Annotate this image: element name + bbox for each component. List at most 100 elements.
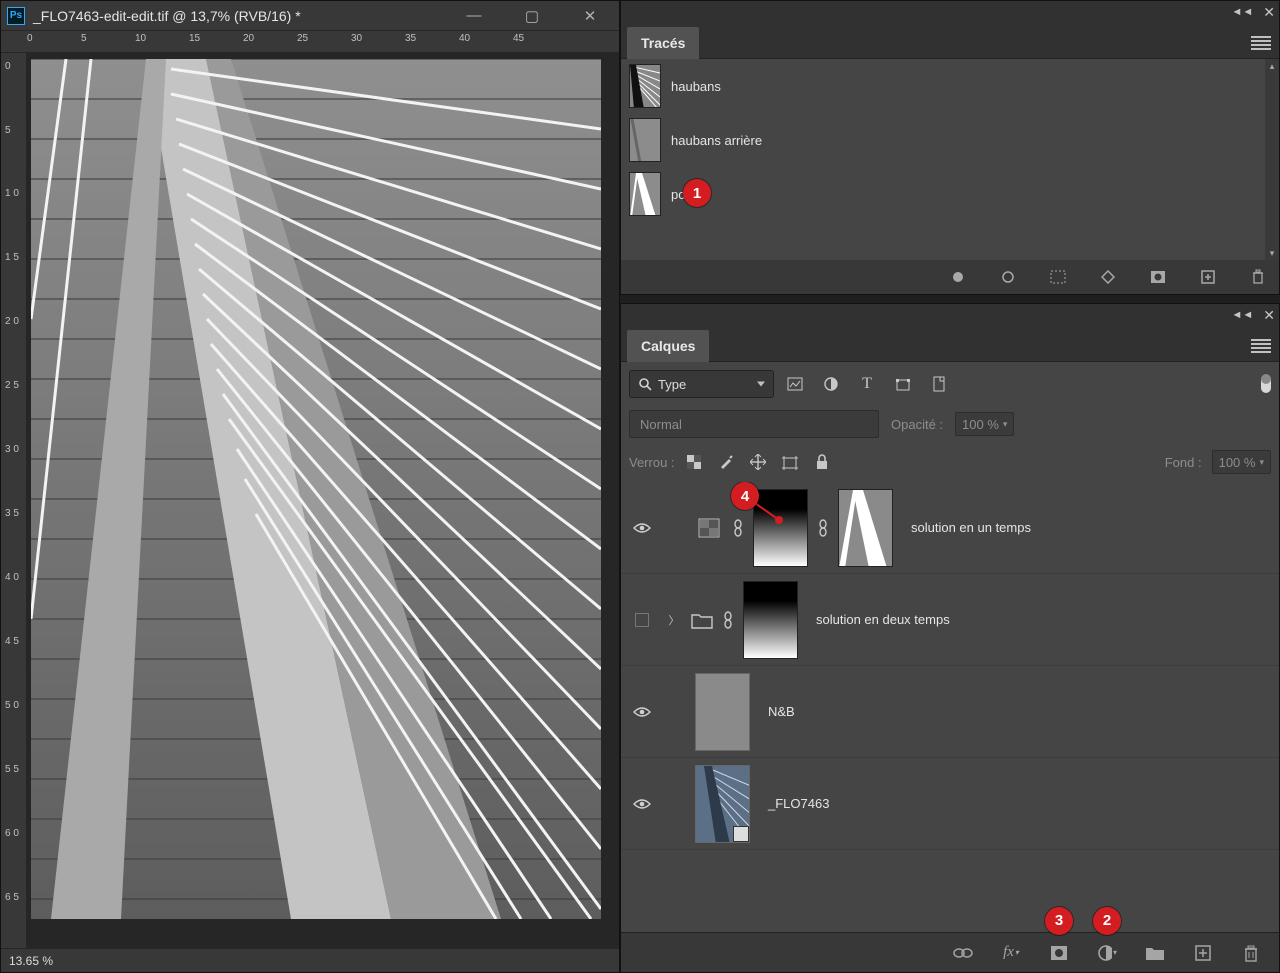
eye-icon bbox=[633, 706, 651, 718]
annotation-badge-4: 4 bbox=[731, 482, 759, 510]
delete-layer-icon[interactable] bbox=[1241, 943, 1261, 963]
tab-paths[interactable]: Tracés bbox=[627, 27, 699, 59]
layer-thumbnail[interactable] bbox=[695, 673, 750, 751]
blend-mode-select[interactable]: Normal bbox=[629, 410, 879, 438]
canvas[interactable] bbox=[31, 59, 601, 919]
layer-row[interactable]: N&B bbox=[621, 666, 1279, 758]
ruler-tick: 3 5 bbox=[5, 509, 19, 518]
selection-to-path-icon[interactable] bbox=[1099, 268, 1117, 286]
scrollbar[interactable]: ▴ ▾ bbox=[1265, 59, 1279, 260]
tab-layers[interactable]: Calques bbox=[627, 330, 709, 362]
path-row[interactable]: pont 1 bbox=[621, 167, 1279, 221]
path-to-selection-icon[interactable] bbox=[1049, 268, 1067, 286]
close-panel-icon[interactable]: ✕ bbox=[1263, 4, 1275, 21]
new-layer-icon[interactable] bbox=[1193, 943, 1213, 963]
path-thumbnail bbox=[629, 172, 661, 216]
scroll-up-icon[interactable]: ▴ bbox=[1267, 61, 1277, 71]
ruler-tick: 4 0 bbox=[5, 573, 19, 582]
fill-label: Fond : bbox=[1165, 455, 1202, 470]
filter-adjustment-icon[interactable] bbox=[822, 375, 840, 393]
layer-name[interactable]: solution en un temps bbox=[911, 520, 1031, 535]
vector-mask-thumbnail[interactable] bbox=[838, 489, 893, 567]
ruler-tick: 0 bbox=[27, 33, 33, 44]
layers-panel: ◄◄ ✕ Calques Type T bbox=[620, 303, 1280, 973]
layer-visibility[interactable] bbox=[627, 798, 657, 810]
layer-row[interactable]: solution en un temps 4 bbox=[621, 482, 1279, 574]
ruler-tick: 1 5 bbox=[5, 253, 19, 262]
new-group-icon[interactable] bbox=[1145, 943, 1165, 963]
path-row[interactable]: haubans arrière bbox=[621, 113, 1279, 167]
collapse-icon[interactable]: ◄◄ bbox=[1231, 309, 1253, 321]
path-thumbnail bbox=[629, 118, 661, 162]
minimize-button[interactable]: — bbox=[445, 1, 503, 31]
lock-all-icon[interactable] bbox=[813, 453, 831, 471]
layer-row[interactable]: 〉 solution en deux temps bbox=[621, 574, 1279, 666]
lock-transparency-icon[interactable] bbox=[685, 453, 703, 471]
link-icon[interactable] bbox=[731, 519, 745, 537]
zoom-level[interactable]: 13.65 % bbox=[9, 954, 53, 968]
ruler-tick: 20 bbox=[243, 33, 254, 44]
expand-group-icon[interactable]: 〉 bbox=[665, 612, 683, 628]
layers-controls: Type T Normal Opacité : 100 %▾ bbox=[621, 362, 1279, 482]
add-mask-icon[interactable]: 3 bbox=[1049, 943, 1069, 963]
link-icon[interactable] bbox=[816, 519, 830, 537]
path-name: haubans bbox=[671, 79, 721, 94]
filter-shape-icon[interactable] bbox=[894, 375, 912, 393]
lock-position-icon[interactable] bbox=[749, 453, 767, 471]
stroke-path-icon[interactable] bbox=[999, 268, 1017, 286]
layer-thumbnail[interactable] bbox=[695, 765, 750, 843]
layer-mask-thumbnail[interactable] bbox=[743, 581, 798, 659]
layer-effects-icon[interactable]: fx▾ bbox=[1001, 943, 1021, 963]
ruler-tick: 1 0 bbox=[5, 189, 19, 198]
filter-pixel-icon[interactable] bbox=[786, 375, 804, 393]
ruler-tick: 4 5 bbox=[5, 637, 19, 646]
ruler-tick: 30 bbox=[351, 33, 362, 44]
ruler-vertical[interactable]: 0 5 1 0 1 5 2 0 2 5 3 0 3 5 4 0 4 5 5 0 … bbox=[1, 53, 27, 948]
opacity-value[interactable]: 100 %▾ bbox=[955, 412, 1014, 436]
ruler-tick: 45 bbox=[513, 33, 524, 44]
panel-menu-icon[interactable] bbox=[1251, 36, 1271, 50]
ruler-tick: 15 bbox=[189, 33, 200, 44]
layer-name[interactable]: solution en deux temps bbox=[816, 612, 950, 627]
lock-artboard-icon[interactable] bbox=[781, 453, 799, 471]
link-layers-icon[interactable] bbox=[953, 943, 973, 963]
add-mask-icon[interactable] bbox=[1149, 268, 1167, 286]
scroll-down-icon[interactable]: ▾ bbox=[1267, 248, 1277, 258]
ruler-tick: 0 bbox=[5, 61, 11, 72]
ruler-tick: 3 0 bbox=[5, 445, 19, 454]
panel-menu-icon[interactable] bbox=[1251, 339, 1271, 353]
canvas-area[interactable] bbox=[27, 53, 619, 948]
close-button[interactable]: ✕ bbox=[561, 1, 619, 31]
new-adjustment-layer-icon[interactable]: ▾ 2 bbox=[1097, 943, 1117, 963]
filter-toggle[interactable] bbox=[1261, 375, 1271, 393]
fill-value[interactable]: 100 %▾ bbox=[1212, 450, 1271, 474]
app-logo: Ps bbox=[7, 7, 25, 25]
paths-panel: ◄◄ ✕ Tracés haubans bbox=[620, 0, 1280, 295]
collapse-icon[interactable]: ◄◄ bbox=[1231, 6, 1253, 18]
layer-visibility[interactable] bbox=[627, 522, 657, 534]
layer-filter-type[interactable]: Type bbox=[629, 370, 774, 398]
visibility-off-icon bbox=[635, 613, 649, 627]
close-panel-icon[interactable]: ✕ bbox=[1263, 307, 1275, 324]
layer-row[interactable]: _FLO7463 bbox=[621, 758, 1279, 850]
path-name: haubans arrière bbox=[671, 133, 762, 148]
layer-name[interactable]: _FLO7463 bbox=[768, 796, 829, 811]
lock-pixels-icon[interactable] bbox=[717, 453, 735, 471]
document-window: Ps _FLO7463-edit-edit.tif @ 13,7% (RVB/1… bbox=[0, 0, 620, 973]
filter-type-icon[interactable]: T bbox=[858, 375, 876, 393]
panel-tabs: Calques bbox=[621, 326, 1279, 362]
ruler-tick: 10 bbox=[135, 33, 146, 44]
layer-visibility[interactable] bbox=[627, 613, 657, 627]
delete-path-icon[interactable] bbox=[1249, 268, 1267, 286]
maximize-button[interactable]: ▢ bbox=[503, 1, 561, 31]
link-icon[interactable] bbox=[721, 611, 735, 629]
fill-path-icon[interactable] bbox=[949, 268, 967, 286]
filter-smart-icon[interactable] bbox=[930, 375, 948, 393]
ruler-horizontal[interactable]: 0 5 10 15 20 25 30 35 40 45 bbox=[1, 31, 619, 53]
path-row[interactable]: haubans bbox=[621, 59, 1279, 113]
layer-name[interactable]: N&B bbox=[768, 704, 795, 719]
panel-header: ◄◄ ✕ bbox=[621, 304, 1279, 326]
layer-visibility[interactable] bbox=[627, 706, 657, 718]
new-path-icon[interactable] bbox=[1199, 268, 1217, 286]
opacity-label: Opacité : bbox=[891, 417, 943, 432]
